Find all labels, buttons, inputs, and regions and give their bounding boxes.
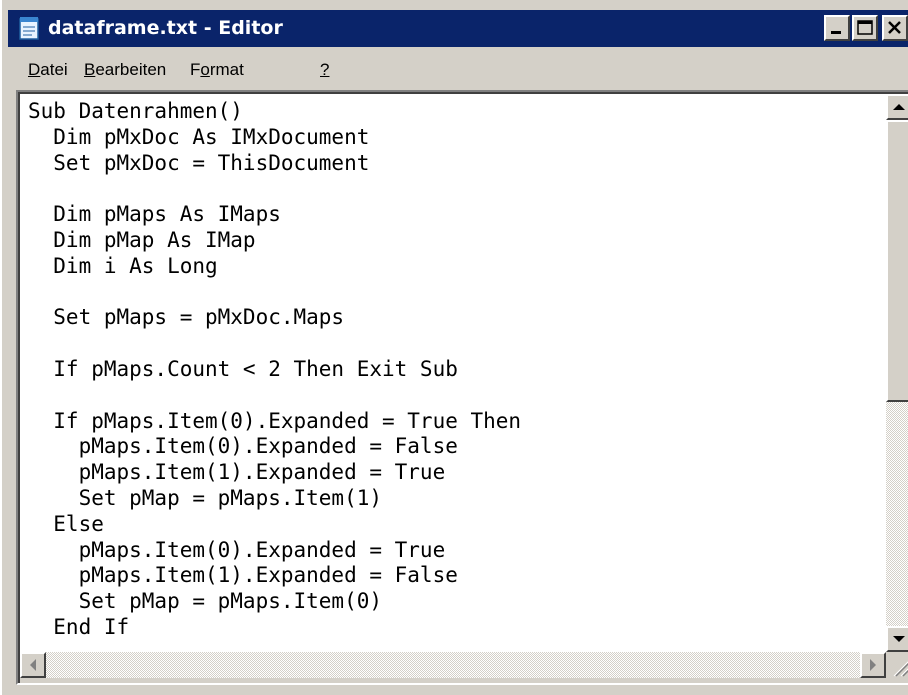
code-line: End If [28,615,130,639]
window-title: dataframe.txt - Editor [48,17,283,39]
text-editor-area[interactable]: Sub Datenrahmen() Dim pMxDoc As IMxDocum… [20,94,886,652]
editor-window: dataframe.txt - Editor Datei Bearbeiten … [0,0,908,695]
resize-grip[interactable] [886,652,908,678]
resize-grip-icon [893,661,908,677]
close-button[interactable] [882,15,908,41]
notepad-icon [19,17,39,40]
code-line: Sub Datenrahmen() [28,99,243,123]
code-line: Set pMap = pMaps.Item(0) [28,589,383,614]
close-icon [888,21,901,34]
code-line: Dim i As Long [28,253,218,278]
menu-datei[interactable]: Datei [28,60,68,80]
menu-help[interactable]: ? [320,60,329,80]
menu-bar: Datei Bearbeiten Format ? [8,52,908,86]
menu-bearbeiten[interactable]: Bearbeiten [84,60,166,80]
scroll-down-button[interactable] [886,626,908,652]
minimize-icon [831,31,841,34]
arrow-up-icon [893,104,905,110]
code-line: pMaps.Item(0).Expanded = False [28,434,458,459]
code-line: Else [28,511,104,536]
maximize-icon [857,20,873,35]
scroll-right-button[interactable] [860,652,886,678]
code-line: pMaps.Item(0).Expanded = True [28,537,446,562]
vertical-scrollbar[interactable] [886,94,908,652]
code-line: Dim pMxDoc As IMxDocument [28,124,370,149]
scroll-left-button[interactable] [20,652,46,678]
code-line: pMaps.Item(1).Expanded = True [28,460,446,485]
arrow-down-icon [893,636,905,642]
menu-format[interactable]: Format [190,60,244,80]
maximize-button[interactable] [852,15,878,41]
editor-frame: Sub Datenrahmen() Dim pMxDoc As IMxDocum… [16,90,908,685]
code-line: If pMaps.Count < 2 Then Exit Sub [28,357,458,381]
arrow-right-icon [870,659,876,671]
code-line: Set pMaps = pMxDoc.Maps [28,305,345,330]
code-line: pMaps.Item(1).Expanded = False [28,563,458,588]
arrow-left-icon [30,659,36,671]
minimize-button[interactable] [824,15,850,41]
horizontal-scrollbar[interactable] [20,652,886,678]
code-line: If pMaps.Item(0).Expanded = True Then [28,408,522,433]
vertical-scroll-thumb[interactable] [886,120,908,402]
code-line: Dim pMap As IMap [28,228,256,252]
code-line: Set pMxDoc = ThisDocument [28,150,370,175]
code-line: Set pMap = pMaps.Item(1) [28,486,383,510]
code-line: Dim pMaps As IMaps [28,202,281,227]
title-bar[interactable]: dataframe.txt - Editor [8,10,908,47]
scroll-up-button[interactable] [886,94,908,120]
